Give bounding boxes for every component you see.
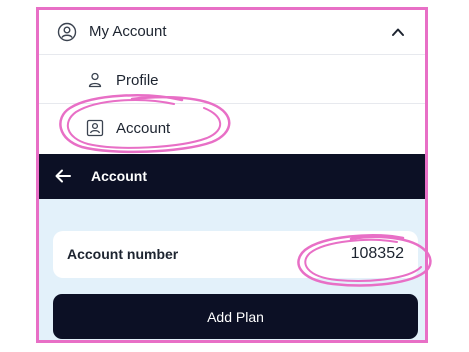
menu-item-profile-label: Profile — [116, 72, 159, 89]
menu-item-account[interactable]: Account — [39, 104, 425, 154]
app-frame: My Account Profile Account Account Accou… — [36, 7, 428, 343]
account-card-icon — [86, 119, 104, 137]
add-plan-button[interactable]: Add Plan — [53, 294, 418, 339]
menu-item-account-label: Account — [116, 120, 171, 137]
page-title: Account — [91, 168, 147, 184]
page-header: Account — [39, 154, 425, 199]
arrow-left-icon[interactable] — [54, 167, 72, 185]
my-account-accordion[interactable]: My Account — [39, 10, 425, 55]
account-number-label: Account number — [67, 246, 179, 262]
menu-item-profile[interactable]: Profile — [39, 56, 425, 104]
user-circle-icon — [57, 22, 77, 42]
account-number-card: Account number 108352 — [53, 231, 418, 278]
person-icon — [88, 72, 102, 88]
account-number-value: 108352 — [350, 245, 404, 262]
my-account-label: My Account — [89, 23, 167, 40]
chevron-up-icon[interactable] — [391, 25, 405, 39]
account-content: Account number 108352 Add Plan — [39, 199, 425, 340]
